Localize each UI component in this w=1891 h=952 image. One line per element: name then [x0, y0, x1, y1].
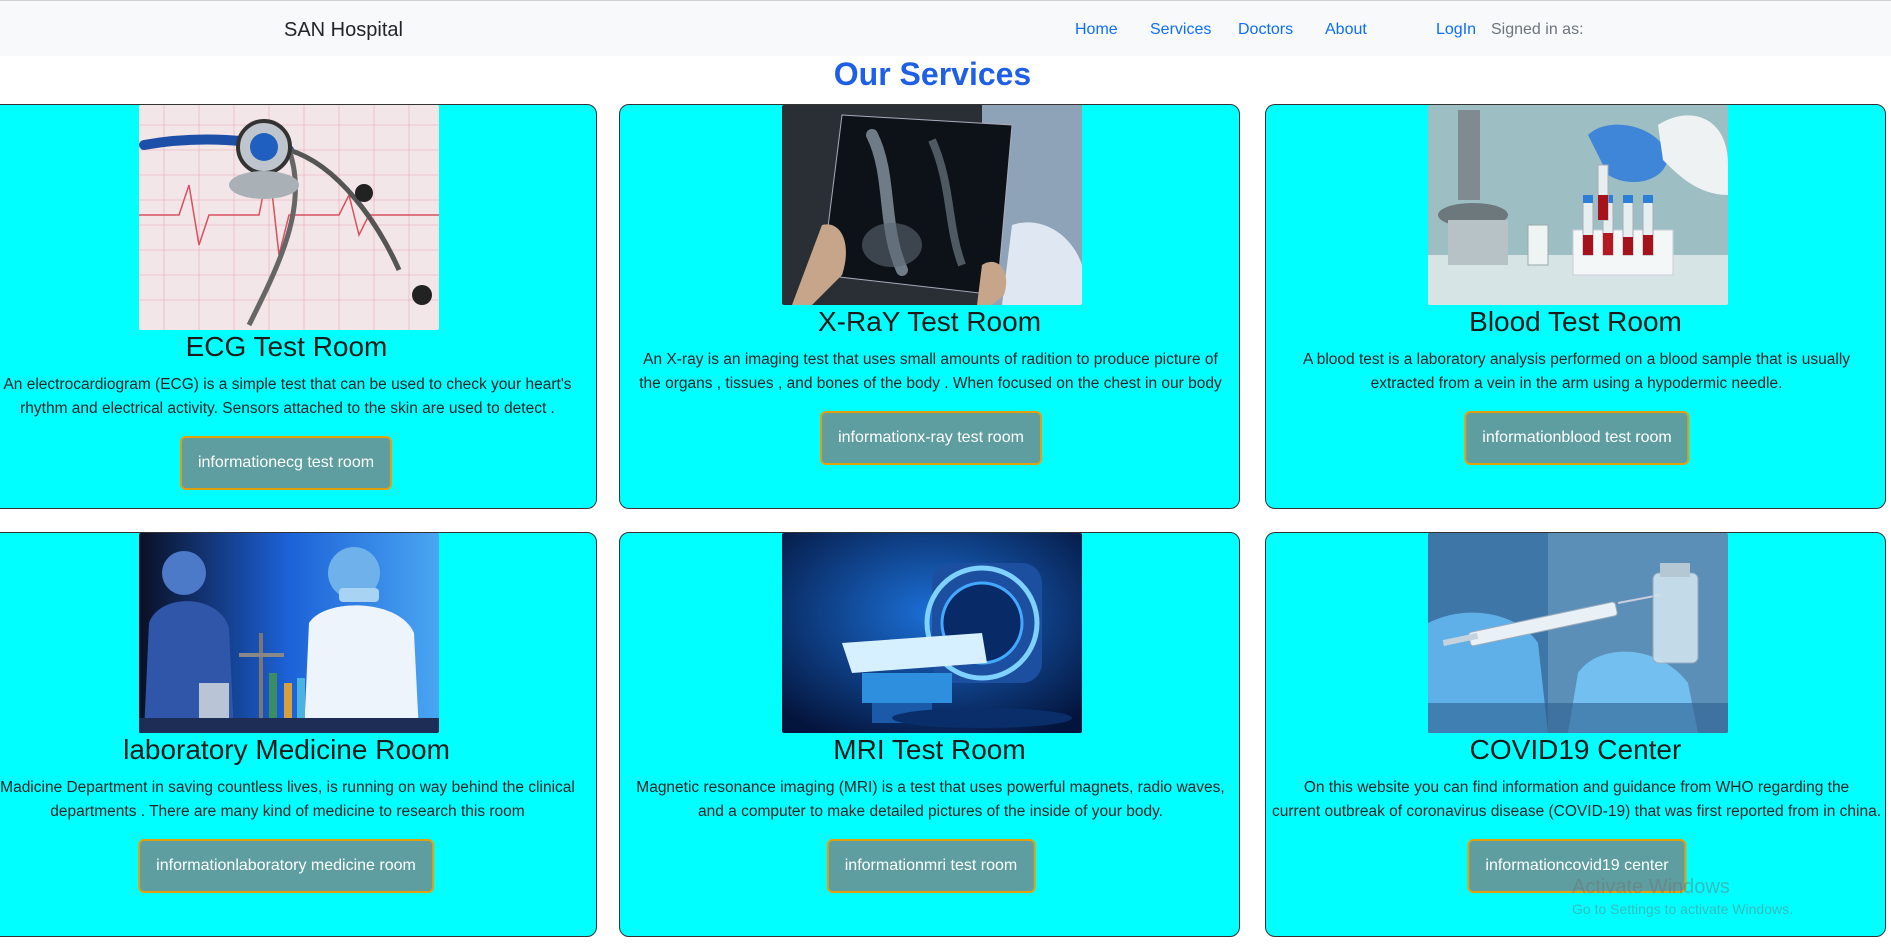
- card-title: ECG Test Room: [185, 331, 388, 362]
- service-card-xray: X-RaY Test Room An X-ray is an imaging t…: [619, 104, 1240, 509]
- mri-scanner-image: [782, 533, 1082, 733]
- service-card-laboratory: laboratory Medicine Room Madicine Depart…: [0, 532, 597, 937]
- card-description: On this website you can find information…: [1271, 779, 1882, 820]
- nav-about-link[interactable]: About: [1325, 21, 1367, 39]
- watermark-subtitle: Go to Settings to activate Windows.: [1572, 901, 1793, 917]
- nav-doctors-link[interactable]: Doctors: [1238, 21, 1293, 39]
- info-ecg-button[interactable]: informationecg test room: [179, 436, 393, 490]
- nav-home-link[interactable]: Home: [1075, 21, 1118, 39]
- card-description: A blood test is a laboratory analysis pe…: [1302, 351, 1851, 392]
- signed-in-label: Signed in as:: [1491, 21, 1584, 38]
- info-blood-button[interactable]: informationblood test room: [1464, 411, 1690, 465]
- navbar: SAN Hospital Home Services Doctors About…: [0, 0, 1891, 56]
- card-title: MRI Test Room: [833, 734, 1026, 765]
- info-xray-button[interactable]: informationx-ray test room: [820, 411, 1042, 465]
- service-card-blood: Blood Test Room A blood test is a labora…: [1265, 104, 1886, 509]
- card-description: Magnetic resonance imaging (MRI) is a te…: [636, 779, 1225, 820]
- brand-link[interactable]: SAN Hospital: [284, 19, 403, 42]
- service-card-ecg: ECG Test Room An electrocardiogram (ECG)…: [0, 104, 597, 509]
- card-title: COVID19 Center: [1469, 734, 1682, 765]
- laboratory-image: [139, 533, 439, 733]
- vaccine-syringe-image: [1428, 533, 1728, 733]
- service-card-mri: MRI Test Room Magnetic resonance imaging…: [619, 532, 1240, 937]
- blood-test-image: [1428, 105, 1728, 305]
- page-title: Our Services: [833, 56, 1032, 92]
- card-title: Blood Test Room: [1469, 306, 1682, 337]
- login-link[interactable]: LogIn: [1436, 21, 1476, 39]
- card-description: An X-ray is an imaging test that uses sm…: [639, 351, 1222, 392]
- watermark-title: Activate Windows: [1572, 876, 1730, 898]
- card-description: An electrocardiogram (ECG) is a simple t…: [3, 376, 572, 417]
- info-laboratory-button[interactable]: informationlaboratory medicine room: [138, 839, 434, 893]
- card-title: X-RaY Test Room: [817, 306, 1042, 337]
- xray-image: [782, 105, 1082, 305]
- info-mri-button[interactable]: informationmri test room: [826, 839, 1036, 893]
- activate-windows-watermark: Activate Windows Go to Settings to activ…: [1572, 876, 1793, 917]
- card-title: laboratory Medicine Room: [123, 734, 450, 765]
- stethoscope-ecg-image: [139, 105, 439, 330]
- card-description: Madicine Department in saving countless …: [0, 779, 575, 820]
- nav-services-link[interactable]: Services: [1150, 21, 1211, 39]
